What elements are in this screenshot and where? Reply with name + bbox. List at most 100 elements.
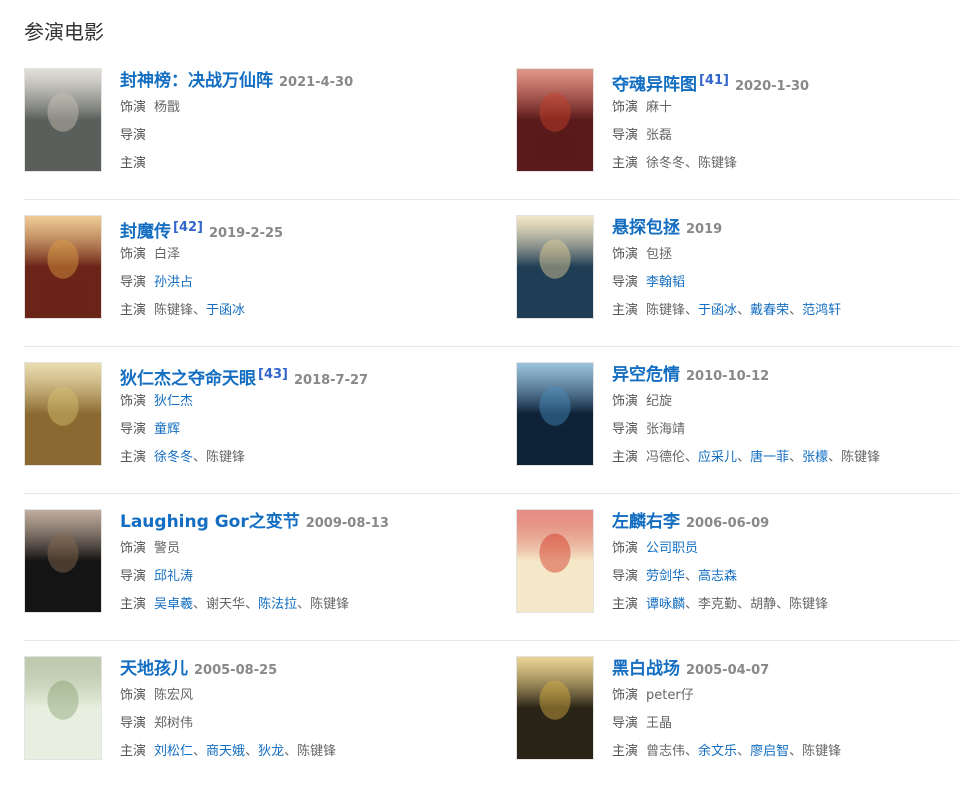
- separator: 、: [789, 744, 803, 759]
- person-link[interactable]: 于函冰: [206, 303, 245, 318]
- movie-card: 封魔传 [42] 2019-2-25 饰演 白泽 导演 孙洪占 主演 陈键锋、于函冰: [24, 215, 464, 325]
- person-name: 陈键锋: [154, 303, 194, 318]
- movie-poster[interactable]: [516, 509, 594, 613]
- person-link[interactable]: 余文乐: [698, 744, 737, 759]
- field-label: 导演: [120, 569, 147, 584]
- person-name: 徐冬冬: [646, 156, 686, 171]
- reference-link[interactable]: [41]: [699, 73, 729, 88]
- person-link[interactable]: 谭咏麟: [646, 597, 685, 612]
- person-name: 李克勤: [698, 597, 738, 612]
- movie-card: 封神榜：决战万仙阵 2021-4-30 饰演 杨戬 导演 主演: [24, 68, 464, 178]
- movie-poster[interactable]: [516, 362, 594, 466]
- separator: 、: [737, 744, 751, 759]
- person-link[interactable]: 狄仁杰: [154, 394, 193, 409]
- separator: 、: [776, 597, 790, 612]
- person-link[interactable]: 廖启智: [750, 744, 789, 759]
- movie-info: 夺魂异阵图 [41] 2020-1-30 饰演 麻十 导演 张磊 主演 徐冬冬、陈键锋: [612, 68, 956, 178]
- director-line: 导演 邱礼涛: [120, 563, 464, 591]
- role-line: 饰演 包拯: [612, 241, 956, 269]
- movie-title-link[interactable]: 左麟右李: [612, 512, 680, 532]
- movie-poster[interactable]: [24, 215, 102, 319]
- field-label: 导演: [612, 422, 639, 437]
- movie-title-line: 狄仁杰之夺命天眼 [43] 2018-7-27: [120, 362, 464, 389]
- director-line: 导演: [120, 122, 464, 150]
- movie-title-link[interactable]: 天地孩儿: [120, 659, 188, 679]
- movie-info: 黑白战场 2005-04-07 饰演 peter仔 导演 王晶 主演 曾志伟、余文乐、廖启智、…: [612, 656, 956, 766]
- reference-link[interactable]: [42]: [173, 220, 203, 235]
- person-name: 冯德伦: [646, 450, 686, 465]
- movie-title-link[interactable]: 狄仁杰之夺命天眼: [120, 369, 256, 389]
- movie-title-link[interactable]: 封神榜：决战万仙阵: [120, 71, 273, 91]
- separator: 、: [828, 450, 842, 465]
- person-link[interactable]: 于函冰: [698, 303, 737, 318]
- field-label: 主演: [612, 744, 639, 759]
- release-date: 2009-08-13: [305, 516, 389, 531]
- separator: 、: [245, 597, 259, 612]
- release-date: 2018-7-27: [293, 373, 369, 388]
- person-link[interactable]: 陈法拉: [258, 597, 297, 612]
- movie-poster[interactable]: [24, 362, 102, 466]
- field-label: 主演: [612, 450, 639, 465]
- movie-info: 左麟右李 2006-06-09 饰演 公司职员 导演 劳剑华、高志森 主演 谭咏麟、李克勤、胡…: [612, 509, 956, 619]
- person-link[interactable]: 张檬: [802, 450, 828, 465]
- person-link[interactable]: 童辉: [154, 422, 180, 437]
- person-name: 陈键锋: [297, 744, 337, 759]
- movie-title-link[interactable]: 异空危情: [612, 365, 680, 385]
- role-line: 饰演 麻十: [612, 94, 956, 122]
- movie-title-link[interactable]: 悬探包拯: [612, 218, 680, 238]
- person-link[interactable]: 徐冬冬: [154, 450, 193, 465]
- separator: 、: [284, 744, 298, 759]
- movie-card: 异空危情 2010-10-12 饰演 纪旋 导演 张海靖 主演 冯德伦、应采儿、唐一菲、张檬、…: [516, 362, 956, 472]
- movie-title-link[interactable]: 夺魂异阵图: [612, 75, 697, 95]
- role-line: 饰演 警员: [120, 535, 464, 563]
- movie-title-line: 封魔传 [42] 2019-2-25: [120, 215, 464, 242]
- separator: 、: [789, 450, 803, 465]
- separator: 、: [193, 597, 207, 612]
- movie-poster[interactable]: [516, 68, 594, 172]
- poster-image: [517, 363, 593, 465]
- release-date: 2019-2-25: [208, 226, 284, 241]
- movie-card: Laughing Gor之变节 2009-08-13 饰演 警员 导演 邱礼涛 主演 吴卓羲、…: [24, 509, 464, 619]
- person-link[interactable]: 高志森: [698, 569, 737, 584]
- separator: 、: [297, 597, 311, 612]
- person-link[interactable]: 公司职员: [646, 541, 698, 556]
- movie-info: 狄仁杰之夺命天眼 [43] 2018-7-27 饰演 狄仁杰 导演 童辉 主演 徐冬冬、陈键锋: [120, 362, 464, 472]
- person-link[interactable]: 李翰韬: [646, 275, 685, 290]
- movie-title-link[interactable]: 黑白战场: [612, 659, 680, 679]
- person-name: 陈键锋: [698, 156, 738, 171]
- person-link[interactable]: 刘松仁: [154, 744, 193, 759]
- movie-title-line: 左麟右李 2006-06-09: [612, 509, 956, 535]
- person-link[interactable]: 商天娥: [206, 744, 245, 759]
- field-label: 导演: [120, 422, 147, 437]
- movie-poster[interactable]: [516, 656, 594, 760]
- movie-row: 封魔传 [42] 2019-2-25 饰演 白泽 导演 孙洪占 主演 陈键锋、于函冰 悬探包拯 20…: [24, 199, 959, 362]
- field-label: 饰演: [612, 394, 639, 409]
- movie-title-link[interactable]: Laughing Gor之变节: [120, 512, 300, 532]
- person-link[interactable]: 应采儿: [698, 450, 737, 465]
- person-link[interactable]: 孙洪占: [154, 275, 193, 290]
- person-link[interactable]: 劳剑华: [646, 569, 685, 584]
- role-line: 饰演 peter仔: [612, 682, 956, 710]
- movie-poster[interactable]: [24, 68, 102, 172]
- person-name: 陈键锋: [789, 597, 829, 612]
- separator: 、: [193, 303, 207, 318]
- person-link[interactable]: 范鸿轩: [802, 303, 841, 318]
- field-label: 主演: [120, 450, 147, 465]
- person-link[interactable]: 唐一菲: [750, 450, 789, 465]
- director-line: 导演 童辉: [120, 416, 464, 444]
- movie-row: 封神榜：决战万仙阵 2021-4-30 饰演 杨戬 导演 主演 夺魂异阵图 [41] 2020-…: [24, 68, 959, 215]
- separator: 、: [193, 744, 207, 759]
- person-name: peter仔: [646, 688, 694, 703]
- reference-link[interactable]: [43]: [258, 367, 288, 382]
- poster-image: [517, 69, 593, 171]
- movie-title-link[interactable]: 封魔传: [120, 222, 171, 242]
- person-link[interactable]: 狄龙: [258, 744, 284, 759]
- movie-poster[interactable]: [24, 509, 102, 613]
- person-link[interactable]: 吴卓羲: [154, 597, 193, 612]
- separator: 、: [685, 156, 699, 171]
- person-link[interactable]: 戴春荣: [750, 303, 789, 318]
- person-link[interactable]: 邱礼涛: [154, 569, 193, 584]
- field-label: 主演: [612, 156, 639, 171]
- movie-poster[interactable]: [24, 656, 102, 760]
- movie-poster[interactable]: [516, 215, 594, 319]
